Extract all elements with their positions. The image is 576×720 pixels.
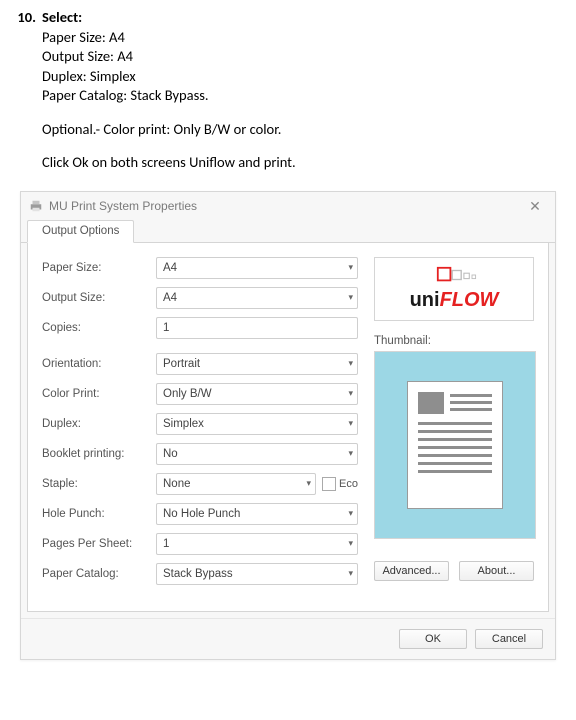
staple-value: None <box>163 478 191 490</box>
chevron-down-icon: ▾ <box>301 478 312 489</box>
thumbnail-label: Thumbnail: <box>374 335 534 347</box>
color-print-select[interactable]: Only B/W ▾ <box>156 383 358 405</box>
eco-checkbox[interactable] <box>322 477 336 491</box>
about-button[interactable]: About... <box>459 561 534 581</box>
tab-strip: Output Options <box>21 219 555 243</box>
duplex-select[interactable]: Simplex ▾ <box>156 413 358 435</box>
close-button[interactable]: ✕ <box>523 198 547 215</box>
side-column: uniFLOW Thumbnail: <box>374 257 534 593</box>
options-column: Paper Size: A4 ▾ Output Size: A4 ▾ <box>42 257 358 593</box>
instr-line: Paper Catalog: Stack Bypass. <box>42 86 566 106</box>
titlebar: MU Print System Properties ✕ <box>21 192 555 219</box>
hole-punch-label: Hole Punch: <box>42 508 156 520</box>
staple-label: Staple: <box>42 478 156 490</box>
booklet-value: No <box>163 448 178 460</box>
pages-per-sheet-select[interactable]: 1 ▾ <box>156 533 358 555</box>
orientation-label: Orientation: <box>42 358 156 370</box>
chevron-down-icon: ▾ <box>342 358 353 369</box>
paper-catalog-value: Stack Bypass <box>163 568 233 580</box>
chevron-down-icon: ▾ <box>342 388 353 399</box>
cancel-button[interactable]: Cancel <box>475 629 543 649</box>
color-print-value: Only B/W <box>163 388 212 400</box>
hole-punch-value: No Hole Punch <box>163 508 240 520</box>
copies-label: Copies: <box>42 322 156 334</box>
paper-size-label: Paper Size: <box>42 262 156 274</box>
hole-punch-select[interactable]: No Hole Punch ▾ <box>156 503 358 525</box>
thumbnail-page-icon <box>407 381 503 509</box>
paper-size-value: A4 <box>163 262 177 274</box>
printer-icon <box>29 199 43 213</box>
advanced-button[interactable]: Advanced... <box>374 561 449 581</box>
print-properties-dialog: MU Print System Properties ✕ Output Opti… <box>20 191 556 660</box>
copies-value: 1 <box>163 322 169 334</box>
output-size-value: A4 <box>163 292 177 304</box>
ok-button[interactable]: OK <box>399 629 467 649</box>
thumbnail-preview <box>374 351 536 539</box>
booklet-label: Booklet printing: <box>42 448 156 460</box>
instr-optional: Optional.- Color print: Only B/W or colo… <box>42 120 566 140</box>
instr-closing: Click Ok on both screens Uniflow and pri… <box>42 153 566 173</box>
step-number: 10. <box>10 8 42 173</box>
dialog-title: MU Print System Properties <box>49 199 523 213</box>
duplex-label: Duplex: <box>42 418 156 430</box>
logo-text-flow: FLOW <box>440 289 499 311</box>
paper-catalog-select[interactable]: Stack Bypass ▾ <box>156 563 358 585</box>
logo-boxes-icon <box>385 266 523 287</box>
logo-text-uni: uni <box>410 289 440 311</box>
dialog-footer: OK Cancel <box>21 618 555 659</box>
instr-heading: Select: <box>42 8 82 26</box>
instructions-block: 10. Select: Paper Size: A4 Output Size: … <box>0 0 576 191</box>
chevron-down-icon: ▾ <box>342 448 353 459</box>
chevron-down-icon: ▾ <box>342 568 353 579</box>
paper-size-select[interactable]: A4 ▾ <box>156 257 358 279</box>
output-options-panel: Paper Size: A4 ▾ Output Size: A4 ▾ <box>27 243 549 612</box>
eco-label: Eco <box>339 478 358 490</box>
copies-input[interactable]: 1 <box>156 317 358 339</box>
instr-line: Paper Size: A4 <box>42 28 566 48</box>
chevron-down-icon: ▾ <box>342 418 353 429</box>
color-print-label: Color Print: <box>42 388 156 400</box>
chevron-down-icon: ▾ <box>342 508 353 519</box>
chevron-down-icon: ▾ <box>342 292 353 303</box>
instr-line: Output Size: A4 <box>42 47 566 67</box>
booklet-select[interactable]: No ▾ <box>156 443 358 465</box>
duplex-value: Simplex <box>163 418 204 430</box>
pages-per-sheet-value: 1 <box>163 538 169 550</box>
pages-per-sheet-label: Pages Per Sheet: <box>42 538 156 550</box>
orientation-select[interactable]: Portrait ▾ <box>156 353 358 375</box>
orientation-value: Portrait <box>163 358 200 370</box>
output-size-select[interactable]: A4 ▾ <box>156 287 358 309</box>
staple-select[interactable]: None ▾ <box>156 473 316 495</box>
chevron-down-icon: ▾ <box>342 538 353 549</box>
output-size-label: Output Size: <box>42 292 156 304</box>
instr-line: Duplex: Simplex <box>42 67 566 87</box>
chevron-down-icon: ▾ <box>342 262 353 273</box>
tab-output-options[interactable]: Output Options <box>27 220 134 243</box>
close-icon: ✕ <box>529 198 541 214</box>
paper-catalog-label: Paper Catalog: <box>42 568 156 580</box>
uniflow-logo: uniFLOW <box>374 257 534 321</box>
